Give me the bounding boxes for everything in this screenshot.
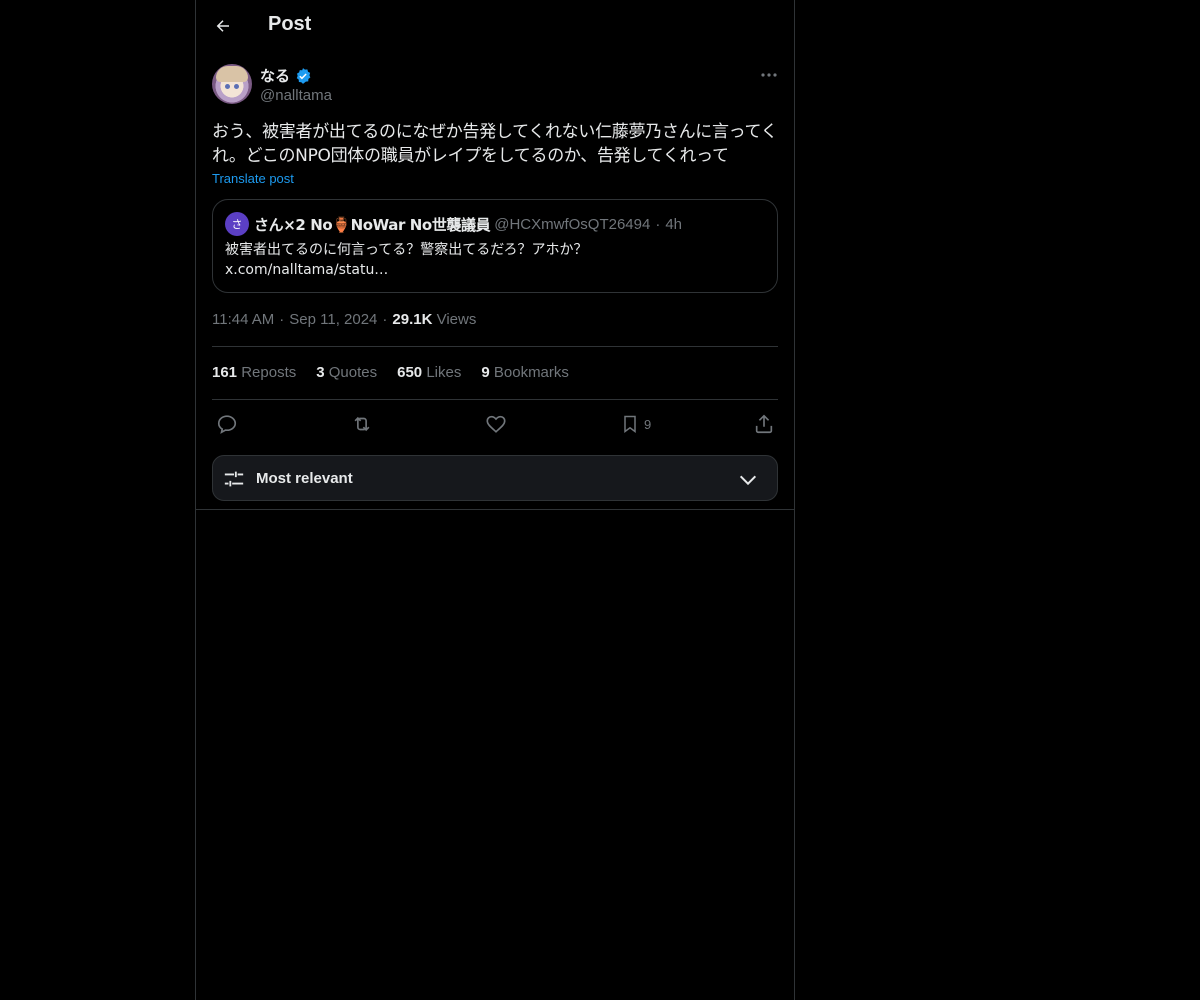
post-header: Post [196, 0, 794, 53]
views-label: Views [436, 311, 477, 328]
quote-author-name: さん×2 No🏺NoWar No世襲議員 [254, 216, 491, 234]
quote-time: 4h [665, 216, 683, 233]
reply-icon [217, 415, 237, 434]
section-divider [196, 509, 794, 510]
author-avatar[interactable] [212, 64, 252, 104]
share-icon [755, 414, 773, 434]
quote-author-handle: @HCXmwfOsQT26494 [494, 216, 651, 233]
separator-dot: · [382, 311, 388, 328]
post-date[interactable]: Sep 11, 2024 [289, 311, 377, 328]
reply-sort-dropdown[interactable]: Most relevant [212, 455, 778, 501]
repost-icon [354, 416, 370, 432]
back-button[interactable] [208, 11, 238, 41]
bookmarks-stat[interactable]: 9 Bookmarks [481, 364, 569, 381]
quotes-stat[interactable]: 3 Quotes [316, 364, 377, 381]
share-button[interactable] [753, 410, 775, 438]
post-text: おう、被害者が出てるのになぜか告発してくれない仁藤夢乃さんに言ってくれ。どこのN… [212, 122, 778, 166]
more-button[interactable] [756, 64, 782, 86]
likes-stat[interactable]: 650 Likes [397, 364, 461, 381]
reposts-stat[interactable]: 161 Reposts [212, 364, 296, 381]
bookmark-count: 9 [644, 416, 652, 432]
arrow-left-icon [216, 20, 229, 32]
heart-icon [486, 415, 506, 433]
translate-post-link[interactable]: Translate post [212, 171, 294, 186]
reply-button[interactable] [216, 410, 238, 438]
engagement-stats: 161 Reposts 3 Quotes 650 Likes 9 Bookmar… [212, 364, 589, 381]
bookmark-icon [624, 415, 636, 433]
verified-badge-icon [296, 67, 311, 84]
views-count: 29.1K [392, 311, 433, 328]
divider [212, 346, 778, 347]
post-time[interactable]: 11:44 AM [212, 311, 274, 328]
more-horizontal-icon [761, 73, 777, 77]
divider [212, 399, 778, 400]
chevron-down-icon [739, 475, 757, 486]
quote-link: x.com/nalltama/statu… [225, 262, 389, 278]
repost-button[interactable] [350, 410, 374, 438]
page-title: Post [268, 13, 312, 35]
quote-header: さん×2 No🏺NoWar No世襲議員 @HCXmwfOsQT26494 · … [254, 214, 682, 235]
post-column: Post なる @nalltama おう、被害者が出てるのになぜか告発してくれな… [195, 0, 795, 1000]
quote-text-line: 被害者出てるのに何言ってる？警察出てるだろ？アホか？ [225, 242, 588, 258]
sliders-icon [224, 471, 244, 487]
separator-dot: · [655, 216, 661, 233]
quoted-post[interactable]: さ さん×2 No🏺NoWar No世襲議員 @HCXmwfOsQT26494 … [212, 199, 778, 293]
separator-dot: · [279, 311, 285, 328]
author-handle[interactable]: @nalltama [260, 87, 332, 104]
quote-text: 被害者出てるのに何言ってる？警察出てるだろ？アホか？ x.com/nalltam… [225, 240, 765, 280]
bookmark-button[interactable]: 9 [620, 410, 651, 438]
author-name-row[interactable]: なる [260, 65, 312, 86]
author-name[interactable]: なる [260, 65, 290, 86]
like-button[interactable] [485, 410, 507, 438]
sort-label: Most relevant [256, 470, 353, 487]
quote-avatar: さ [225, 212, 249, 236]
post-metadata: 11:44 AM · Sep 11, 2024 · 29.1K Views [212, 311, 476, 328]
